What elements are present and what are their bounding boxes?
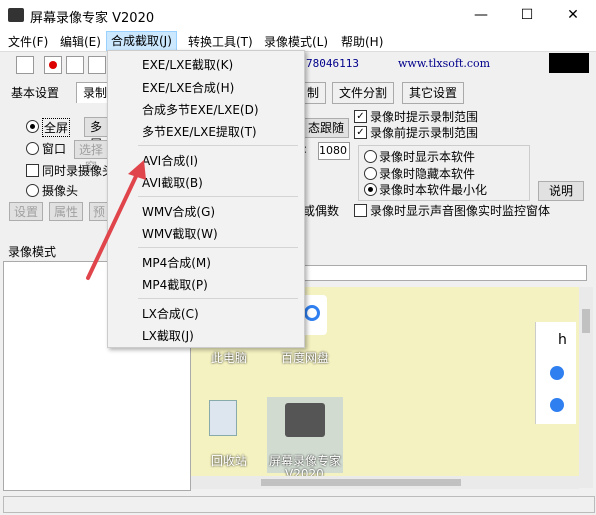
annotation-arrow — [86, 160, 146, 280]
